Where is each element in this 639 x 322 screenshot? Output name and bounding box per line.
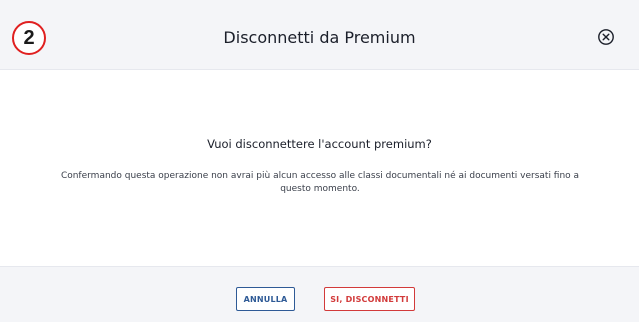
dialog-header: 2 Disconnetti da Premium — [0, 0, 639, 70]
disconnect-premium-dialog: 2 Disconnetti da Premium Vuoi disconnett… — [0, 0, 639, 322]
confirmation-question: Vuoi disconnettere l'account premium? — [207, 137, 432, 151]
dialog-title: Disconnetti da Premium — [223, 28, 416, 47]
close-button[interactable] — [597, 28, 615, 46]
dialog-footer: ANNULLA SI, DISCONNETTI — [0, 266, 639, 322]
cancel-button[interactable]: ANNULLA — [236, 287, 295, 311]
close-circle-icon — [597, 28, 615, 46]
confirm-disconnect-button[interactable]: SI, DISCONNETTI — [324, 287, 415, 311]
dialog-body: Vuoi disconnettere l'account premium? Co… — [0, 70, 639, 266]
confirmation-description: Confermando questa operazione non avrai … — [60, 171, 580, 194]
